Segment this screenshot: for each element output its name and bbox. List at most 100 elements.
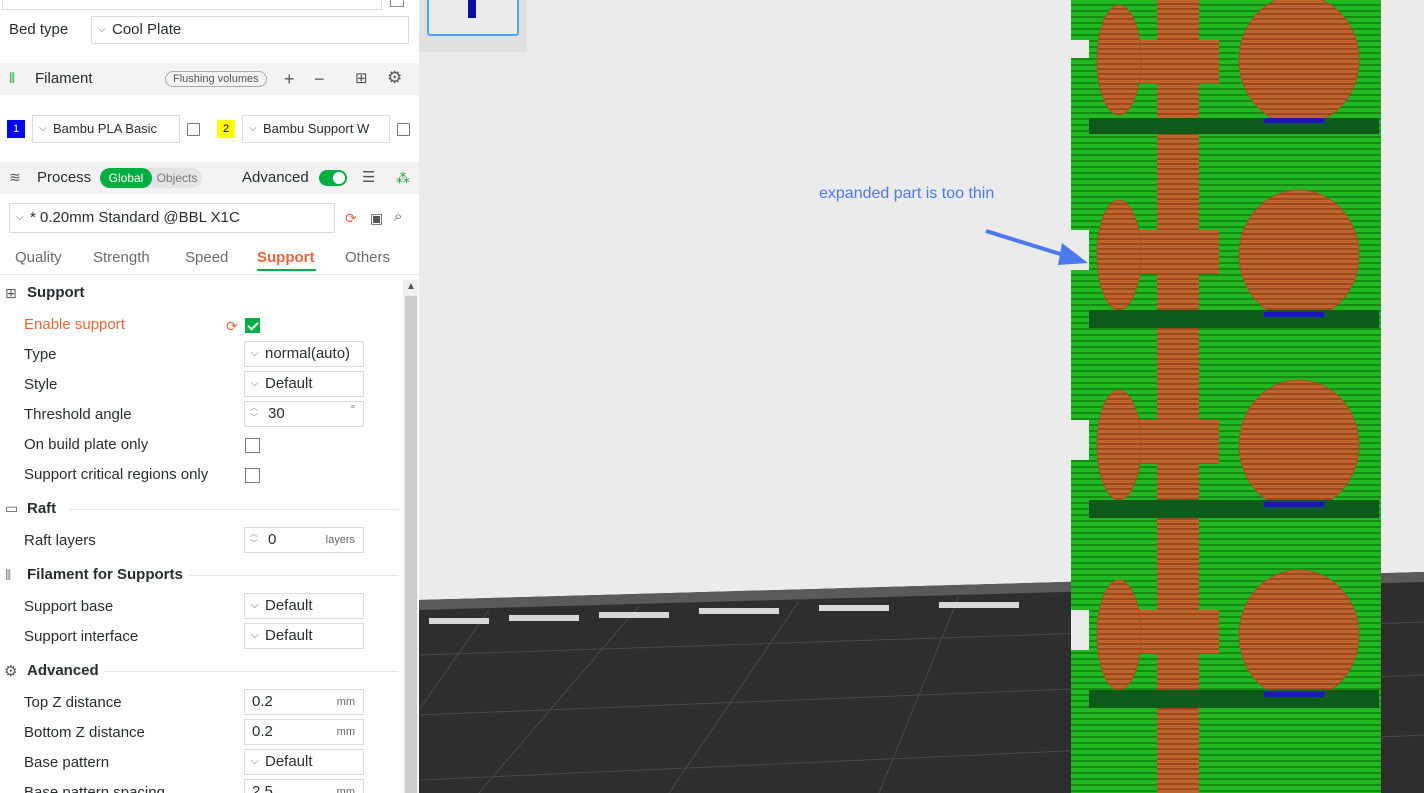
bed-type-select[interactable]: ⌵ Cool Plate bbox=[91, 16, 409, 44]
advanced-section-title: Advanced bbox=[27, 662, 99, 679]
process-title: Process bbox=[37, 169, 92, 186]
scroll-up-icon[interactable]: ▲ bbox=[406, 281, 416, 292]
filament-1-badge[interactable]: 1 bbox=[7, 120, 25, 138]
style-select[interactable]: ⌵ Default bbox=[244, 371, 364, 397]
support-base-select[interactable]: ⌵ Default bbox=[244, 593, 364, 619]
support-icon: ⊞ bbox=[5, 285, 17, 301]
enable-support-checkbox[interactable] bbox=[245, 318, 260, 333]
top-z-distance-unit: mm bbox=[336, 696, 355, 708]
gear-icon[interactable]: ⚙ bbox=[387, 69, 402, 87]
printer-select[interactable]: Bambu Lab X1 Carbon 0.4 nozzle bbox=[2, 0, 382, 10]
style-label: Style bbox=[24, 376, 58, 393]
base-pattern-value: Default bbox=[265, 753, 313, 770]
settings-panel: Bambu Lab X1 Carbon 0.4 nozzle Bed type … bbox=[0, 0, 419, 793]
bottom-z-distance-unit: mm bbox=[336, 726, 355, 738]
type-label: Type bbox=[24, 346, 57, 363]
process-preset-select[interactable]: ⌵ * 0.20mm Standard @BBL X1C bbox=[9, 203, 335, 233]
support-interface-select[interactable]: ⌵ Default bbox=[244, 623, 364, 649]
advanced-divider bbox=[105, 671, 398, 672]
build-plate-only-label: On build plate only bbox=[24, 436, 149, 453]
global-option[interactable]: Global bbox=[100, 168, 152, 188]
tab-divider bbox=[0, 274, 419, 275]
threshold-angle-unit: ° bbox=[350, 404, 355, 416]
list-icon[interactable]: ☰ bbox=[362, 169, 375, 187]
filament-supports-section-title: Filament for Supports bbox=[27, 566, 183, 583]
edit-filament-1-icon[interactable] bbox=[187, 123, 200, 136]
search-icon[interactable]: ⌕ bbox=[394, 208, 402, 226]
layers-icon: ≋ bbox=[9, 169, 21, 185]
build-plate-only-checkbox[interactable] bbox=[245, 438, 260, 453]
printer-edit-icon[interactable] bbox=[390, 0, 404, 7]
filament-2-badge[interactable]: 2 bbox=[217, 120, 235, 138]
support-interface-label: Support interface bbox=[24, 628, 139, 645]
tab-speed[interactable]: Speed bbox=[185, 249, 228, 266]
top-z-distance-input[interactable]: 0.2 mm bbox=[244, 689, 364, 715]
remove-filament-icon[interactable]: − bbox=[314, 70, 325, 88]
active-tab-indicator bbox=[257, 269, 316, 271]
threshold-angle-input[interactable]: ︿ ﹀ 30 ° bbox=[244, 401, 364, 427]
spin-arrows-icon[interactable]: ︿ ﹀ bbox=[250, 403, 258, 423]
support-base-label: Support base bbox=[24, 598, 114, 615]
chevron-down-icon: ⌵ bbox=[16, 212, 24, 223]
filament-icon: ⦀ bbox=[5, 567, 12, 583]
base-pattern-spacing-input[interactable]: 2.5 mm bbox=[244, 779, 364, 793]
filament-icon: ⦀ bbox=[9, 70, 16, 86]
gear-icon: ⚙ bbox=[4, 663, 18, 680]
bed-type-label: Bed type bbox=[9, 21, 69, 38]
thumbnail-part bbox=[468, 0, 476, 18]
filament-1-name: Bambu PLA Basic bbox=[53, 121, 158, 136]
plate-thumbnails bbox=[419, 0, 527, 52]
add-filament-icon[interactable]: + bbox=[284, 70, 295, 88]
raft-icon: ▭ bbox=[5, 500, 19, 516]
tab-others[interactable]: Others bbox=[345, 249, 390, 266]
top-z-distance-value: 0.2 bbox=[252, 693, 273, 710]
type-select[interactable]: ⌵ normal(auto) bbox=[244, 341, 364, 367]
base-pattern-label: Base pattern bbox=[24, 754, 110, 771]
compare-icon[interactable]: ⁂ bbox=[396, 169, 410, 187]
process-preset-value: * 0.20mm Standard @BBL X1C bbox=[30, 209, 240, 226]
chevron-down-icon: ⌵ bbox=[249, 123, 257, 134]
support-interface-value: Default bbox=[265, 627, 313, 644]
filament-supports-divider bbox=[190, 575, 398, 576]
filament-title: Filament bbox=[35, 70, 93, 87]
bottom-z-distance-value: 0.2 bbox=[252, 723, 273, 740]
threshold-angle-value: 30 bbox=[268, 405, 285, 422]
3d-viewport[interactable]: expanded part is too thin bbox=[419, 0, 1424, 793]
flushing-volumes-button[interactable]: Flushing volumes bbox=[165, 71, 267, 87]
edit-filament-2-icon[interactable] bbox=[397, 123, 410, 136]
plate-thumbnail[interactable] bbox=[427, 0, 519, 36]
support-base-value: Default bbox=[265, 597, 313, 614]
chevron-down-icon: ⌵ bbox=[251, 756, 259, 767]
settings-scrollbar[interactable]: ▲ bbox=[403, 280, 418, 793]
threshold-angle-label: Threshold angle bbox=[24, 406, 132, 423]
reset-preset-icon[interactable]: ⟳ bbox=[345, 209, 357, 227]
bed-type-value: Cool Plate bbox=[112, 21, 182, 38]
advanced-switch[interactable] bbox=[319, 170, 347, 186]
filament-1-select[interactable]: ⌵ Bambu PLA Basic bbox=[32, 115, 180, 143]
bottom-z-distance-input[interactable]: 0.2 mm bbox=[244, 719, 364, 745]
spin-arrows-icon[interactable]: ︿ ﹀ bbox=[250, 529, 258, 549]
tab-strength[interactable]: Strength bbox=[93, 249, 150, 266]
sync-filament-icon[interactable]: ⊞ bbox=[355, 70, 368, 88]
chevron-down-icon: ⌵ bbox=[251, 378, 259, 389]
tab-support[interactable]: Support bbox=[257, 249, 315, 266]
base-pattern-select[interactable]: ⌵ Default bbox=[244, 749, 364, 775]
objects-option[interactable]: Objects bbox=[152, 168, 202, 188]
raft-layers-unit: layers bbox=[325, 534, 355, 546]
raft-layers-label: Raft layers bbox=[24, 532, 96, 549]
critical-regions-label: Support critical regions only bbox=[24, 466, 209, 483]
raft-divider bbox=[70, 509, 398, 510]
tab-quality[interactable]: Quality bbox=[15, 249, 62, 266]
filament-2-select[interactable]: ⌵ Bambu Support W bbox=[242, 115, 390, 143]
raft-layers-input[interactable]: ︿ ﹀ 0 layers bbox=[244, 527, 364, 553]
scroll-thumb[interactable] bbox=[405, 296, 417, 793]
chevron-down-icon: ⌵ bbox=[98, 24, 106, 35]
enable-support-label: Enable support bbox=[24, 316, 125, 333]
reset-icon[interactable]: ⟳ bbox=[226, 318, 238, 335]
critical-regions-checkbox[interactable] bbox=[245, 468, 260, 483]
global-objects-toggle[interactable]: Global Objects bbox=[100, 168, 202, 188]
sliced-model bbox=[1071, 0, 1381, 793]
save-preset-icon[interactable]: ▣ bbox=[370, 209, 383, 227]
top-z-distance-label: Top Z distance bbox=[24, 694, 122, 711]
type-value: normal(auto) bbox=[265, 345, 351, 362]
